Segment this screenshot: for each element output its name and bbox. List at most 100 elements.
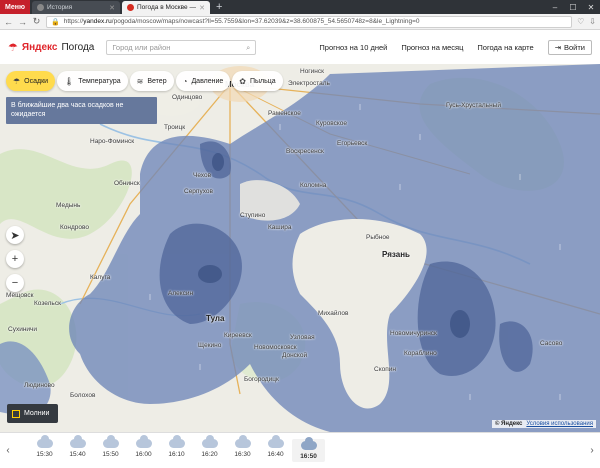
login-icon: ⇥ [554,43,561,52]
wind-icon: ≋ [136,76,144,86]
zoom-in-button[interactable]: + [6,250,24,268]
layer-pressure-button[interactable]: ◔ Давление [175,71,231,91]
timeline-step[interactable]: 16:00 [127,435,160,462]
layer-toolbar: ☂ Осадки 🌡 Температура ≋ Ветер ◔ Давлени… [6,71,283,91]
timeline-time: 16:50 [300,453,317,460]
tab-weather-map[interactable]: Погода в Москве — карта ✕ [122,1,210,14]
city-label: Скопин [374,366,396,373]
timeline-time: 16:00 [135,451,152,458]
close-window-icon[interactable]: ✕ [582,0,600,14]
city-label: Медынь [56,202,81,209]
timeline-time: 16:20 [201,451,218,458]
url-host: yandex.ru [83,18,112,25]
logo[interactable]: ☂ Яндекс Погода [8,41,94,54]
gauge-icon: ◔ [182,76,188,86]
timeline-step[interactable]: 16:40 [259,435,292,462]
tab-history[interactable]: История ✕ [32,1,120,14]
layer-wind-button[interactable]: ≋ Ветер [129,71,174,91]
city-label: Одинцово [172,94,203,101]
city-label: Кондрово [60,224,90,231]
timeline-step[interactable]: 16:50 [292,437,325,462]
zoom-out-button[interactable]: − [6,274,24,292]
tab-label: Погода в Москве — карта [137,4,196,11]
timeline-step[interactable]: 16:30 [226,435,259,462]
cloud-icon [267,435,284,448]
timeline-step[interactable]: 15:40 [61,435,94,462]
bookmark-icon[interactable]: ♡ [577,17,584,26]
timeline-time: 15:40 [69,451,86,458]
nowcast-timeline: ‹ 15:30 15:40 15:50 16:00 16:10 16:20 16:30 16:… [0,432,600,468]
forward-icon[interactable]: → [18,17,27,27]
url-path: /pogoda/moscow/maps/nowcast?ll=55.7559&l… [111,18,420,25]
timeline-step[interactable]: 16:20 [193,435,226,462]
history-tab-icon [37,4,44,11]
brand-name: Яндекс [21,42,58,53]
timeline-next-icon[interactable]: › [584,445,600,456]
login-button[interactable]: ⇥ Войти [547,40,592,55]
city-label: Коломна [300,182,327,189]
search-icon[interactable]: ⌕ [246,43,250,53]
city-label: Щекино [198,342,222,349]
terms-link[interactable]: Условия использования [526,421,593,427]
close-tab-icon[interactable]: ✕ [199,4,205,12]
weather-map-link[interactable]: Погода на карте [477,43,533,52]
city-label: Алексин [168,290,194,297]
back-icon[interactable]: ← [4,17,13,27]
yandex-weather-favicon-icon [127,4,134,11]
timeline-step[interactable]: 16:10 [160,435,193,462]
thermometer-icon: 🌡 [64,76,75,86]
maximize-icon[interactable]: ☐ [564,0,582,14]
city-label: Гусь-Хрустальный [446,102,501,109]
pollen-icon: ✿ [239,76,246,86]
city-label: Новомичуринск [390,330,437,337]
city-label: Тула [206,314,225,323]
city-label: Рязань [382,250,410,259]
layer-pollen-button[interactable]: ✿ Пыльца [232,71,283,91]
header-nav: Прогноз на 10 дней Прогноз на месяц Пого… [319,40,592,55]
timeline-prev-icon[interactable]: ‹ [0,445,16,456]
cloud-icon [135,435,152,448]
window-controls: – ☐ ✕ [546,0,600,14]
city-label: Сухиничи [8,326,38,333]
city-label: Обнинск [114,180,140,187]
cloud-icon [102,435,119,448]
city-label: Мещовск [6,292,34,299]
timeline-time: 15:50 [102,451,119,458]
umbrella-logo-icon: ☂ [8,42,18,54]
search-input[interactable] [112,43,233,52]
weather-map[interactable]: Одинцово Москва Ногинск Электросталь Рам… [0,64,600,432]
locate-me-icon[interactable]: ➤ [6,226,24,244]
checkbox-icon [12,409,20,418]
layer-label: Ветер [147,77,167,85]
city-label: Серпухов [184,188,213,195]
layer-temperature-button[interactable]: 🌡 Температура [57,71,128,91]
city-label: Киреевск [224,332,252,339]
map-controls: ➤ + − [6,226,24,292]
timeline-time: 16:10 [168,451,185,458]
download-icon[interactable]: ⇩ [589,17,596,26]
forecast-month-link[interactable]: Прогноз на месяц [401,43,463,52]
layer-label: Давление [191,77,224,85]
lock-icon: 🔒 [51,18,60,26]
browser-menu-button[interactable]: Меню [0,0,30,14]
lightning-toggle[interactable]: Молнии [7,404,58,423]
timeline-step[interactable]: 15:30 [28,435,61,462]
forecast-10-days-link[interactable]: Прогноз на 10 дней [319,43,387,52]
reload-icon[interactable]: ↻ [32,16,41,27]
tab-label: История [47,4,73,11]
city-label: Ступино [240,212,266,219]
timeline-time: 16:30 [234,451,251,458]
layer-precipitation-button[interactable]: ☂ Осадки [6,71,56,91]
new-tab-button[interactable]: + [216,1,222,14]
minimize-icon[interactable]: – [546,0,564,14]
url-field[interactable]: 🔒 https://yandex.ru/pogoda/moscow/maps/n… [46,15,573,28]
city-label: Сасово [540,340,563,347]
timeline-step[interactable]: 15:50 [94,435,127,462]
cloud-icon [168,435,185,448]
timeline-time: 16:40 [267,451,284,458]
browser-tabbar: Меню История ✕ Погода в Москве — карта ✕… [0,0,600,14]
cloud-icon [300,437,317,450]
city-label: Егорьевск [337,140,368,147]
city-label: Новомосковск [254,344,297,351]
close-tab-icon[interactable]: ✕ [109,4,115,12]
